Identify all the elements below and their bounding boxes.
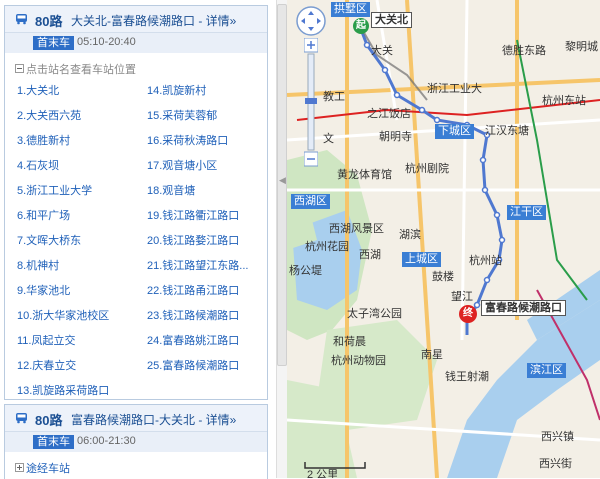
map-label: 朝明寺 xyxy=(379,131,412,143)
collapse-icon[interactable] xyxy=(15,64,24,73)
stop-item[interactable]: 5.浙江工业大学 xyxy=(17,182,92,198)
map-label: 西兴镇 xyxy=(541,431,574,443)
schedule-time: 06:00-21:30 xyxy=(77,435,136,447)
map-label: 西湖风景区 xyxy=(329,223,384,235)
stop-item[interactable]: 25.富春路候潮路口 xyxy=(147,357,239,373)
map-label: 和荷晨 xyxy=(333,336,366,348)
map-label: 黄龙体育馆 xyxy=(337,169,392,181)
stop-item[interactable]: 1.大关北 xyxy=(17,82,59,98)
map-label: 大关 xyxy=(371,45,393,57)
stop-item[interactable]: 24.富春路姚江路口 xyxy=(147,332,239,348)
stop-item[interactable]: 2.大关西六苑 xyxy=(17,107,81,123)
map-label: 江汉东塘 xyxy=(485,125,529,137)
map-label: 文 xyxy=(323,133,334,145)
map-label: 杭州动物园 xyxy=(331,355,386,367)
start-marker-icon[interactable]: 起 xyxy=(353,18,369,34)
stop-item[interactable]: 7.文晖大桥东 xyxy=(17,232,81,248)
stop-item[interactable]: 12.庆春立交 xyxy=(17,357,76,373)
first-last-badge: 首末车 xyxy=(33,435,74,449)
stop-item[interactable]: 18.观音塘 xyxy=(147,182,195,198)
map-view[interactable]: 拱墅区 大关北 大关 德胜东路 黎明城 教工 文 浙江工业大 之江饭店 朝明寺 … xyxy=(287,0,600,478)
collapse-panel-icon[interactable]: ◀ xyxy=(279,175,286,187)
map-label: 钱王射潮 xyxy=(445,371,489,383)
stop-item[interactable]: 13.凯旋路采荷路口 xyxy=(17,382,109,398)
stop-item[interactable]: 16.采荷秋涛路口 xyxy=(147,132,228,148)
map-label: 黎明城 xyxy=(565,41,598,53)
map-label: 杭州站 xyxy=(469,255,502,267)
route-name: 80路 xyxy=(35,413,63,428)
map-label: 湖滨 xyxy=(399,229,421,241)
map-label: 教工 xyxy=(323,91,345,103)
map-label: 德胜东路 xyxy=(502,45,546,57)
stop-item[interactable]: 14.凯旋新村 xyxy=(147,82,206,98)
bus-icon xyxy=(16,413,27,424)
stop-item[interactable]: 23.钱江路候潮路口 xyxy=(147,307,239,323)
schedule-row: 首末车 06:00-21:30 xyxy=(5,432,267,452)
map-label: 杨公堤 xyxy=(289,265,322,277)
end-marker-icon[interactable]: 终 xyxy=(459,305,477,323)
route-detail-link[interactable]: 大关北-富春路候潮路口 - 详情» xyxy=(71,12,236,29)
map-label: 太子湾公园 xyxy=(347,308,402,320)
map-label: 望江 xyxy=(451,291,473,303)
map-label: 杭州东站 xyxy=(542,95,586,107)
bus-icon xyxy=(16,14,27,25)
stops-hint[interactable]: 途经车站 xyxy=(15,460,70,476)
stop-item[interactable]: 21.钱江路望江东路... xyxy=(147,257,248,273)
pan-control-icon[interactable] xyxy=(296,6,326,36)
district-label: 下城区 xyxy=(435,124,474,139)
district-label: 江干区 xyxy=(507,205,546,220)
stop-item[interactable]: 4.石灰坝 xyxy=(17,157,59,173)
map-label: 鼓楼 xyxy=(432,271,454,283)
route-name: 80路 xyxy=(35,14,63,29)
expand-icon[interactable] xyxy=(15,463,24,472)
stop-item[interactable]: 15.采荷芙蓉郁 xyxy=(147,107,217,123)
stop-item[interactable]: 17.观音塘小区 xyxy=(147,157,217,173)
stops-hint-text: 点击站名查看车站位置 xyxy=(26,64,136,76)
stop-item[interactable]: 11.凤起立交 xyxy=(17,332,75,348)
district-label: 上城区 xyxy=(402,252,441,267)
map-label: 杭州花园 xyxy=(305,241,349,253)
stop-item[interactable]: 6.和平广场 xyxy=(17,207,70,223)
stop-item[interactable]: 10.浙大华家池校区 xyxy=(17,307,109,323)
district-label: 西湖区 xyxy=(291,194,330,209)
scale-label: 2 公里 xyxy=(307,469,339,478)
schedule-row: 首末车 05:10-20:40 xyxy=(5,33,267,53)
stops-hint[interactable]: 点击站名查看车站位置 xyxy=(15,61,136,77)
start-stop-label[interactable]: 大关北 xyxy=(371,12,412,28)
stop-item[interactable]: 8.机神村 xyxy=(17,257,59,273)
route-card-header[interactable]: 80路 富春路候潮路口-大关北 - 详情» xyxy=(5,405,267,432)
map-label: 杭州剧院 xyxy=(405,163,449,175)
stop-item[interactable]: 9.华家池北 xyxy=(17,282,70,298)
map-label: 之江饭店 xyxy=(367,108,411,120)
district-label: 滨江区 xyxy=(527,363,566,378)
route-detail-link[interactable]: 富春路候潮路口-大关北 - 详情» xyxy=(71,411,236,428)
stop-item[interactable]: 22.钱江路甬江路口 xyxy=(147,282,239,298)
route-card-outbound: 80路 大关北-富春路候潮路口 - 详情» 首末车 05:10-20:40 点击… xyxy=(4,5,268,400)
schedule-time: 05:10-20:40 xyxy=(77,36,136,48)
route-card-return: 80路 富春路候潮路口-大关北 - 详情» 首末车 06:00-21:30 途经… xyxy=(4,404,268,479)
stops-hint-text: 途经车站 xyxy=(26,463,70,475)
route-card-header[interactable]: 80路 大关北-富春路候潮路口 - 详情» xyxy=(5,6,267,33)
map-label: 浙江工业大 xyxy=(427,83,482,95)
stop-item[interactable]: 19.钱江路衢江路口 xyxy=(147,207,239,223)
first-last-badge: 首末车 xyxy=(33,36,74,50)
map-label: 西湖 xyxy=(359,249,381,261)
end-stop-label[interactable]: 富春路候潮路口 xyxy=(481,300,566,316)
stop-item[interactable]: 3.德胜新村 xyxy=(17,132,70,148)
stop-item[interactable]: 20.钱江路婺江路口 xyxy=(147,232,239,248)
district-label: 拱墅区 xyxy=(331,2,370,17)
zoom-control[interactable] xyxy=(304,38,318,168)
route-panel: 80路 大关北-富春路候潮路口 - 详情» 首末车 05:10-20:40 点击… xyxy=(0,0,282,479)
map-label: 西兴街 xyxy=(539,458,572,470)
map-label: 南星 xyxy=(421,349,443,361)
